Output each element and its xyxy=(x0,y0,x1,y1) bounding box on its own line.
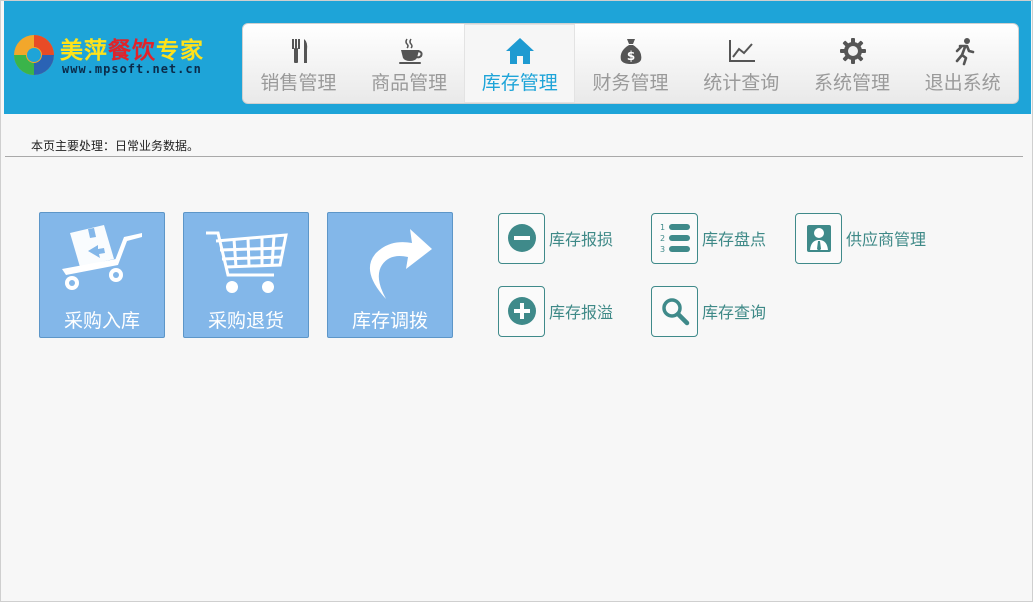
nav-item-sales[interactable]: 销售管理 xyxy=(243,24,354,103)
svg-text:3: 3 xyxy=(660,245,665,254)
svg-text:2: 2 xyxy=(660,234,665,243)
stock-query-button[interactable]: 库存查询 xyxy=(651,285,766,337)
logo-title: 美萍餐饮专家 xyxy=(60,38,204,64)
nav-item-statistics[interactable]: 统计查询 xyxy=(686,24,797,103)
nav-item-inventory[interactable]: 库存管理 xyxy=(464,24,576,103)
app-window: 美萍餐饮专家 www.mpsoft.net.cn 销售管理 商品管理 库存管理 … xyxy=(0,0,1033,602)
shopping-cart-icon xyxy=(206,231,288,293)
divider xyxy=(5,156,1023,157)
purchase-return-button[interactable]: 采购退货 xyxy=(183,212,309,338)
running-man-icon xyxy=(956,38,975,66)
gear-icon xyxy=(839,38,866,64)
nav-item-exit[interactable]: 退出系统 xyxy=(907,24,1018,103)
stock-overflow-button[interactable]: 库存报溢 xyxy=(498,285,613,337)
nav-item-products[interactable]: 商品管理 xyxy=(354,24,465,103)
curved-arrow-icon xyxy=(369,229,432,299)
money-bag-icon: $ xyxy=(620,39,642,64)
stock-transfer-button[interactable]: 库存调拨 xyxy=(327,212,453,338)
logo: 美萍餐饮专家 www.mpsoft.net.cn xyxy=(10,31,230,81)
home-icon xyxy=(506,38,535,64)
nav-item-finance[interactable]: $ 财务管理 xyxy=(575,24,686,103)
nav-item-system[interactable]: 系统管理 xyxy=(797,24,908,103)
svg-text:1: 1 xyxy=(660,223,665,232)
line-chart-icon xyxy=(728,40,755,62)
page-description: 本页主要处理：日常业务数据。 xyxy=(31,139,200,153)
hand-truck-icon xyxy=(62,225,142,290)
purchase-inbound-button[interactable]: 采购入库 xyxy=(39,212,165,338)
search-icon xyxy=(661,298,689,326)
stock-loss-button[interactable]: 库存报损 xyxy=(498,212,613,264)
minus-circle-icon xyxy=(507,224,536,252)
main-nav: 销售管理 商品管理 库存管理 $ 财务管理 统计查询 系统管理 退出系统 xyxy=(242,23,1019,104)
numbered-list-icon: 1 2 3 xyxy=(660,223,690,254)
logo-mark-icon xyxy=(14,35,54,75)
supplier-management-button[interactable]: 供应商管理 xyxy=(795,212,926,264)
plus-circle-icon xyxy=(507,297,536,325)
header-bar: 美萍餐饮专家 www.mpsoft.net.cn 销售管理 商品管理 库存管理 … xyxy=(4,1,1031,114)
coffee-cup-icon xyxy=(398,38,423,64)
utensils-icon xyxy=(292,39,308,63)
svg-text:$: $ xyxy=(627,49,635,63)
stock-count-button[interactable]: 1 2 3 库存盘点 xyxy=(651,212,766,264)
logo-url: www.mpsoft.net.cn xyxy=(62,62,202,76)
supplier-person-icon xyxy=(806,225,831,252)
